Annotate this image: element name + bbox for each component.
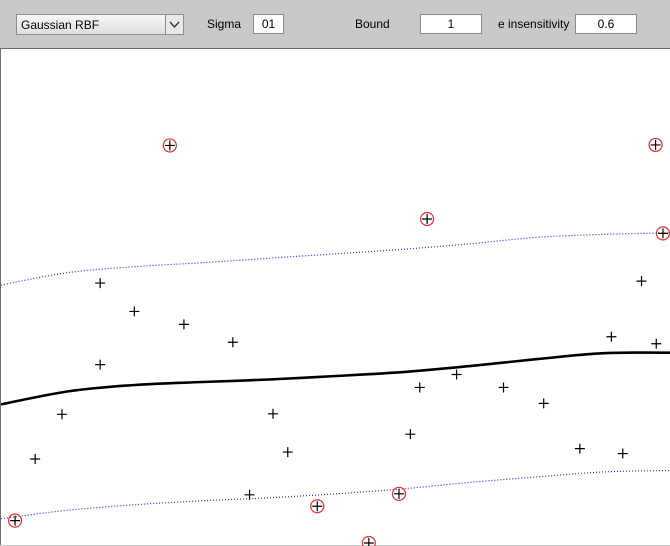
support-vector-point [650, 139, 661, 150]
data-point [498, 382, 509, 393]
epsilon-input[interactable]: 0.6 [575, 14, 637, 34]
chevron-down-icon[interactable] [165, 15, 183, 34]
data-point [636, 276, 647, 287]
data-point [451, 369, 462, 380]
data-point [414, 382, 425, 393]
sigma-label: Sigma [207, 17, 242, 31]
svr-plot[interactable] [1, 49, 670, 546]
support-vector-point [10, 515, 21, 526]
data-point [95, 359, 106, 370]
data-point [268, 408, 279, 419]
epsilon-label: e insensitivity [498, 17, 570, 31]
data-point [56, 409, 67, 420]
support-vector-point [422, 213, 433, 224]
data-point [282, 447, 293, 458]
data-point [227, 337, 238, 348]
bound-label: Bound [355, 17, 390, 31]
bound-input[interactable]: 1 [420, 14, 482, 34]
kernel-dropdown[interactable]: Gaussian RBF [16, 14, 184, 35]
toolbar: Gaussian RBF Sigma 01 Bound 1 e insensit… [0, 0, 670, 48]
data-point [538, 398, 549, 409]
data-point [30, 454, 41, 465]
data-point [574, 443, 585, 454]
regression-curve [1, 351, 670, 406]
upper-margin-line [1, 232, 670, 286]
support-vector-point [312, 501, 323, 512]
data-point [617, 448, 628, 459]
support-vector-point [657, 228, 668, 239]
data-point [178, 319, 189, 330]
data-point [95, 278, 106, 289]
lower-margin-line [1, 469, 670, 520]
data-point [405, 429, 416, 440]
support-vector-point [164, 140, 175, 151]
support-vector-point [393, 488, 404, 499]
sigma-input[interactable]: 01 [253, 14, 284, 34]
data-point [129, 306, 140, 317]
plot-area[interactable] [0, 48, 670, 546]
data-point [606, 331, 617, 342]
kernel-selected-value: Gaussian RBF [21, 18, 100, 32]
data-point [651, 338, 662, 349]
